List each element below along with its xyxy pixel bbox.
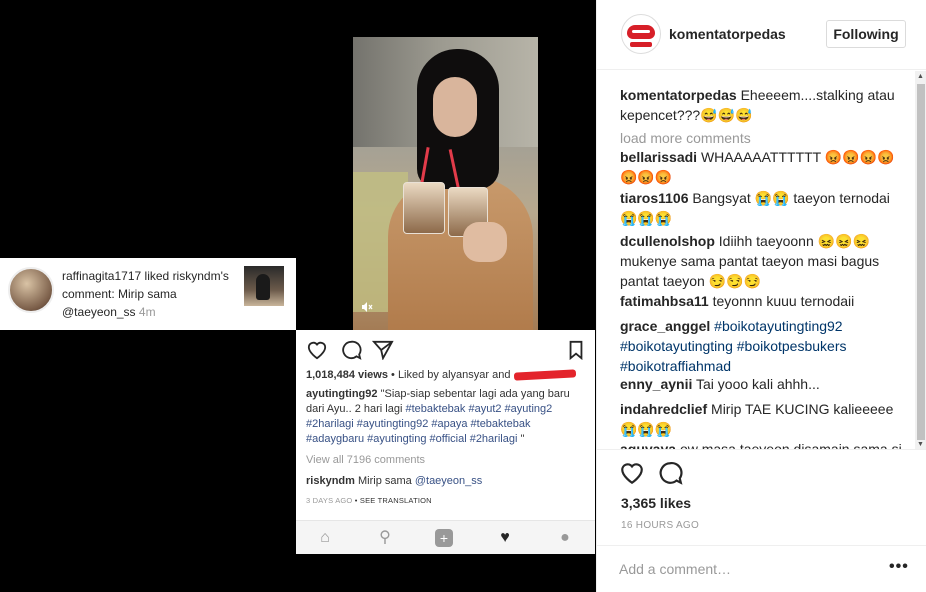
- post-actions: [619, 461, 699, 487]
- comment-scrollbar[interactable]: ▲ ▼: [915, 71, 926, 449]
- video-person-hand: [463, 222, 507, 262]
- comment-text: teyonnn kuuu ternodaii: [712, 293, 855, 309]
- share-icon: [371, 340, 394, 365]
- post-header: komentatorpedas Following: [597, 0, 926, 70]
- comment-icon: [340, 340, 362, 365]
- embedded-liked-by: • Liked by alyansyar and: [391, 369, 511, 381]
- comment-user[interactable]: tiaros1106: [620, 190, 689, 206]
- embedded-caption-tags: #adaygbaru #ayutingting #official #2hari…: [306, 433, 518, 445]
- lips-logo-icon: [627, 25, 655, 39]
- embedded-caption-tags: #tebaktebak #ayut2 #ayuting2: [405, 403, 553, 415]
- embedded-caption-user: ayutingting92: [306, 388, 378, 400]
- notification-avatar: [8, 267, 54, 313]
- notification-card: raffinagita1717 liked riskyndm's comment…: [0, 258, 296, 330]
- embedded-views: 1,018,484 views: [306, 369, 388, 381]
- load-more-comments[interactable]: load more comments: [620, 128, 908, 148]
- notification-comment: comment: Mirip sama: [62, 287, 177, 301]
- scroll-up-icon[interactable]: ▲: [917, 73, 924, 80]
- comment-item: indahredclief Mirip TAE KUCING kalieeeee…: [620, 399, 908, 439]
- embedded-action-icons: [306, 340, 586, 362]
- notification-text: raffinagita1717 liked riskyndm's comment…: [62, 267, 238, 321]
- scrollbar-thumb[interactable]: [917, 84, 925, 440]
- search-icon: ⚲: [379, 529, 391, 546]
- comment-user[interactable]: komentatorpedas: [620, 87, 737, 103]
- comment-user[interactable]: aguyaya: [620, 441, 676, 449]
- comment-user[interactable]: indahredclief: [620, 401, 707, 417]
- comment-item: enny_aynii Tai yooo kali ahhh...: [620, 374, 908, 394]
- scroll-down-icon[interactable]: ▼: [917, 441, 924, 448]
- embedded-comment-user: riskyndm: [306, 475, 355, 487]
- logo-banner: [630, 42, 652, 47]
- more-options-icon[interactable]: •••: [889, 558, 909, 576]
- comment-user[interactable]: bellarissadi: [620, 149, 697, 165]
- embedded-comment-text: Mirip sama: [357, 475, 412, 487]
- embedded-comment-mention: @taeyeon_ss: [414, 475, 483, 487]
- embedded-post-screenshot: 1,018,484 views • Liked by alyansyar and…: [296, 330, 595, 554]
- profile-icon: ●: [560, 529, 570, 546]
- heart-icon[interactable]: [619, 461, 645, 490]
- comment-user[interactable]: grace_anggel: [620, 318, 710, 334]
- likes-count[interactable]: 3,365 likes: [621, 495, 691, 511]
- embedded-caption-tags: #2harilagi #ayutingting92 #apaya #tebakt…: [306, 418, 531, 430]
- comment-list[interactable]: komentatorpedas Eheeeem....stalking atau…: [597, 71, 926, 450]
- profile-avatar[interactable]: [621, 14, 661, 54]
- heart-icon: ♥: [500, 529, 510, 546]
- comment-icon[interactable]: [657, 461, 683, 490]
- post-sidebar: komentatorpedas Following komentatorpeda…: [596, 0, 926, 592]
- post-media[interactable]: raffinagita1717 liked riskyndm's comment…: [0, 0, 596, 592]
- following-button[interactable]: Following: [826, 20, 906, 48]
- comment-item: fatimahbsa11 teyonnn kuuu ternodaii: [620, 291, 908, 311]
- comment-user[interactable]: fatimahbsa11: [620, 293, 709, 309]
- profile-username[interactable]: komentatorpedas: [669, 26, 786, 42]
- embedded-see-translation: • SEE TRANSLATION: [354, 496, 432, 505]
- add-post-icon: +: [435, 529, 453, 547]
- comment-item: aguyaya ow masa taeyeon disamain sama si: [620, 439, 908, 450]
- embedded-caption: ayutingting92 "Siap-siap sebentar lagi a…: [306, 387, 588, 447]
- notification-mention: @taeyeon_ss: [62, 305, 136, 319]
- comment-item: tiaros1106 Bangsyat 😭😭 taeyon ternodai 😭…: [620, 188, 908, 228]
- bookmark-icon: [568, 340, 584, 365]
- add-comment-bar: •••: [597, 545, 926, 592]
- comment-item: grace_anggel #boikotayutingting92 #boiko…: [620, 316, 908, 376]
- notification-time: 4m: [138, 305, 156, 319]
- notification-action: liked: [144, 269, 170, 283]
- video-frame[interactable]: [353, 37, 538, 330]
- notification-user: raffinagita1717: [62, 269, 142, 283]
- comment-text: ow masa taeyeon disamain sama si: [679, 441, 902, 450]
- embedded-meta-time: 3 DAYS AGO: [306, 496, 353, 505]
- comment-item: bellarissadi WHAAAAATTTTTT 😡😡😡😡😡😡😡: [620, 147, 908, 187]
- speaker-muted-icon[interactable]: [361, 301, 375, 315]
- post-time: 16 HOURS AGO: [621, 520, 700, 531]
- comment-text: Tai yooo kali ahhh...: [696, 376, 820, 392]
- video-cup: [403, 182, 445, 234]
- notification-target: riskyndm's: [172, 269, 229, 283]
- redaction-bar: [513, 369, 576, 381]
- comment-item: dcullenolshop Idiihh taeyoonn 😖😖😖 mukeny…: [620, 231, 908, 291]
- embedded-tab-bar: ⌂ ⚲ + ♥ ●: [296, 520, 595, 554]
- comment-item: komentatorpedas Eheeeem....stalking atau…: [620, 85, 908, 125]
- heart-icon: [306, 340, 328, 365]
- video-person-face: [433, 77, 477, 137]
- comment-user[interactable]: dcullenolshop: [620, 233, 715, 249]
- notification-thumbnail: [244, 266, 284, 306]
- embedded-view-all: View all 7196 comments: [306, 454, 426, 466]
- home-icon: ⌂: [320, 529, 330, 546]
- add-comment-input[interactable]: [619, 558, 879, 580]
- embedded-caption-end: ": [520, 433, 525, 445]
- comment-user[interactable]: enny_aynii: [620, 376, 692, 392]
